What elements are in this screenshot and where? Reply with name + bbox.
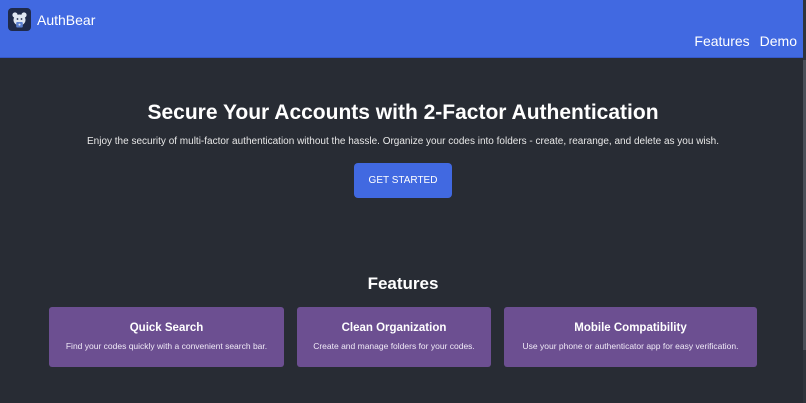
- nav-links: Features Demo: [694, 33, 797, 49]
- bear-logo-icon: [8, 8, 31, 31]
- hero-subtitle: Enjoy the security of multi-factor authe…: [86, 136, 719, 147]
- features-heading: Features: [367, 274, 439, 293]
- nav-link-features[interactable]: Features: [694, 33, 749, 49]
- feature-card-title: Clean Organization: [341, 322, 447, 334]
- feature-card-description: Create and manage folders for your codes…: [313, 341, 475, 351]
- navbar: AuthBear Features Demo: [0, 0, 806, 58]
- feature-card-description: Find your codes quickly with a convenien…: [65, 341, 268, 351]
- brand-name: AuthBear: [37, 11, 96, 28]
- feature-card-quick-search: Quick Search Find your codes quickly wit…: [49, 307, 284, 367]
- feature-card-description: Use your phone or authenticator app for …: [522, 341, 739, 351]
- feature-card-mobile-compatibility: Mobile Compatibility Use your phone or a…: [504, 307, 757, 367]
- hero-title: Secure Your Accounts with 2-Factor Authe…: [147, 101, 659, 124]
- feature-card-title: Quick Search: [129, 322, 204, 334]
- nav-link-demo[interactable]: Demo: [760, 33, 797, 49]
- brand-link[interactable]: AuthBear: [8, 8, 95, 31]
- feature-card-title: Mobile Compatibility: [574, 322, 687, 334]
- feature-card-clean-organization: Clean Organization Create and manage fol…: [297, 307, 491, 367]
- get-started-button[interactable]: GET STARTED: [354, 163, 452, 198]
